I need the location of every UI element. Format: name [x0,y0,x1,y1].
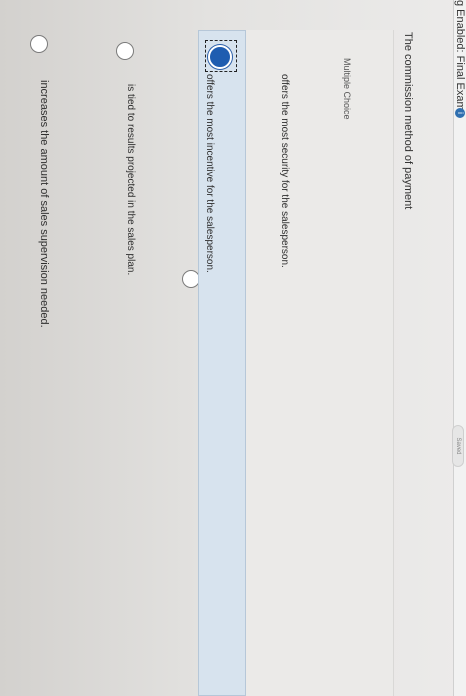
radio-button-2-selected[interactable] [208,45,232,69]
exam-screen: g Enabled: Final Exam i Saved The commis… [0,0,466,696]
exam-title: g Enabled: Final Exam [454,0,466,111]
info-icon[interactable]: i [455,108,465,118]
saved-button[interactable]: Saved [452,425,464,467]
answer-option-label-3: is tied to results projected in the sale… [125,84,136,276]
radio-button-3[interactable] [116,42,134,60]
answer-option-label-4: increases the amount of sales supervisio… [38,80,50,328]
question-prompt: The commission method of payment [402,32,414,210]
answer-option-label-1: offers the most security for the salespe… [279,74,290,268]
answer-option-label-2: offers the most incentive for the salesp… [204,74,215,273]
answer-option-1[interactable] [168,0,200,696]
question-type-label: Multiple Choice [342,58,352,120]
top-bar: g Enabled: Final Exam i Saved [452,0,466,696]
radio-button-4[interactable] [30,35,48,53]
